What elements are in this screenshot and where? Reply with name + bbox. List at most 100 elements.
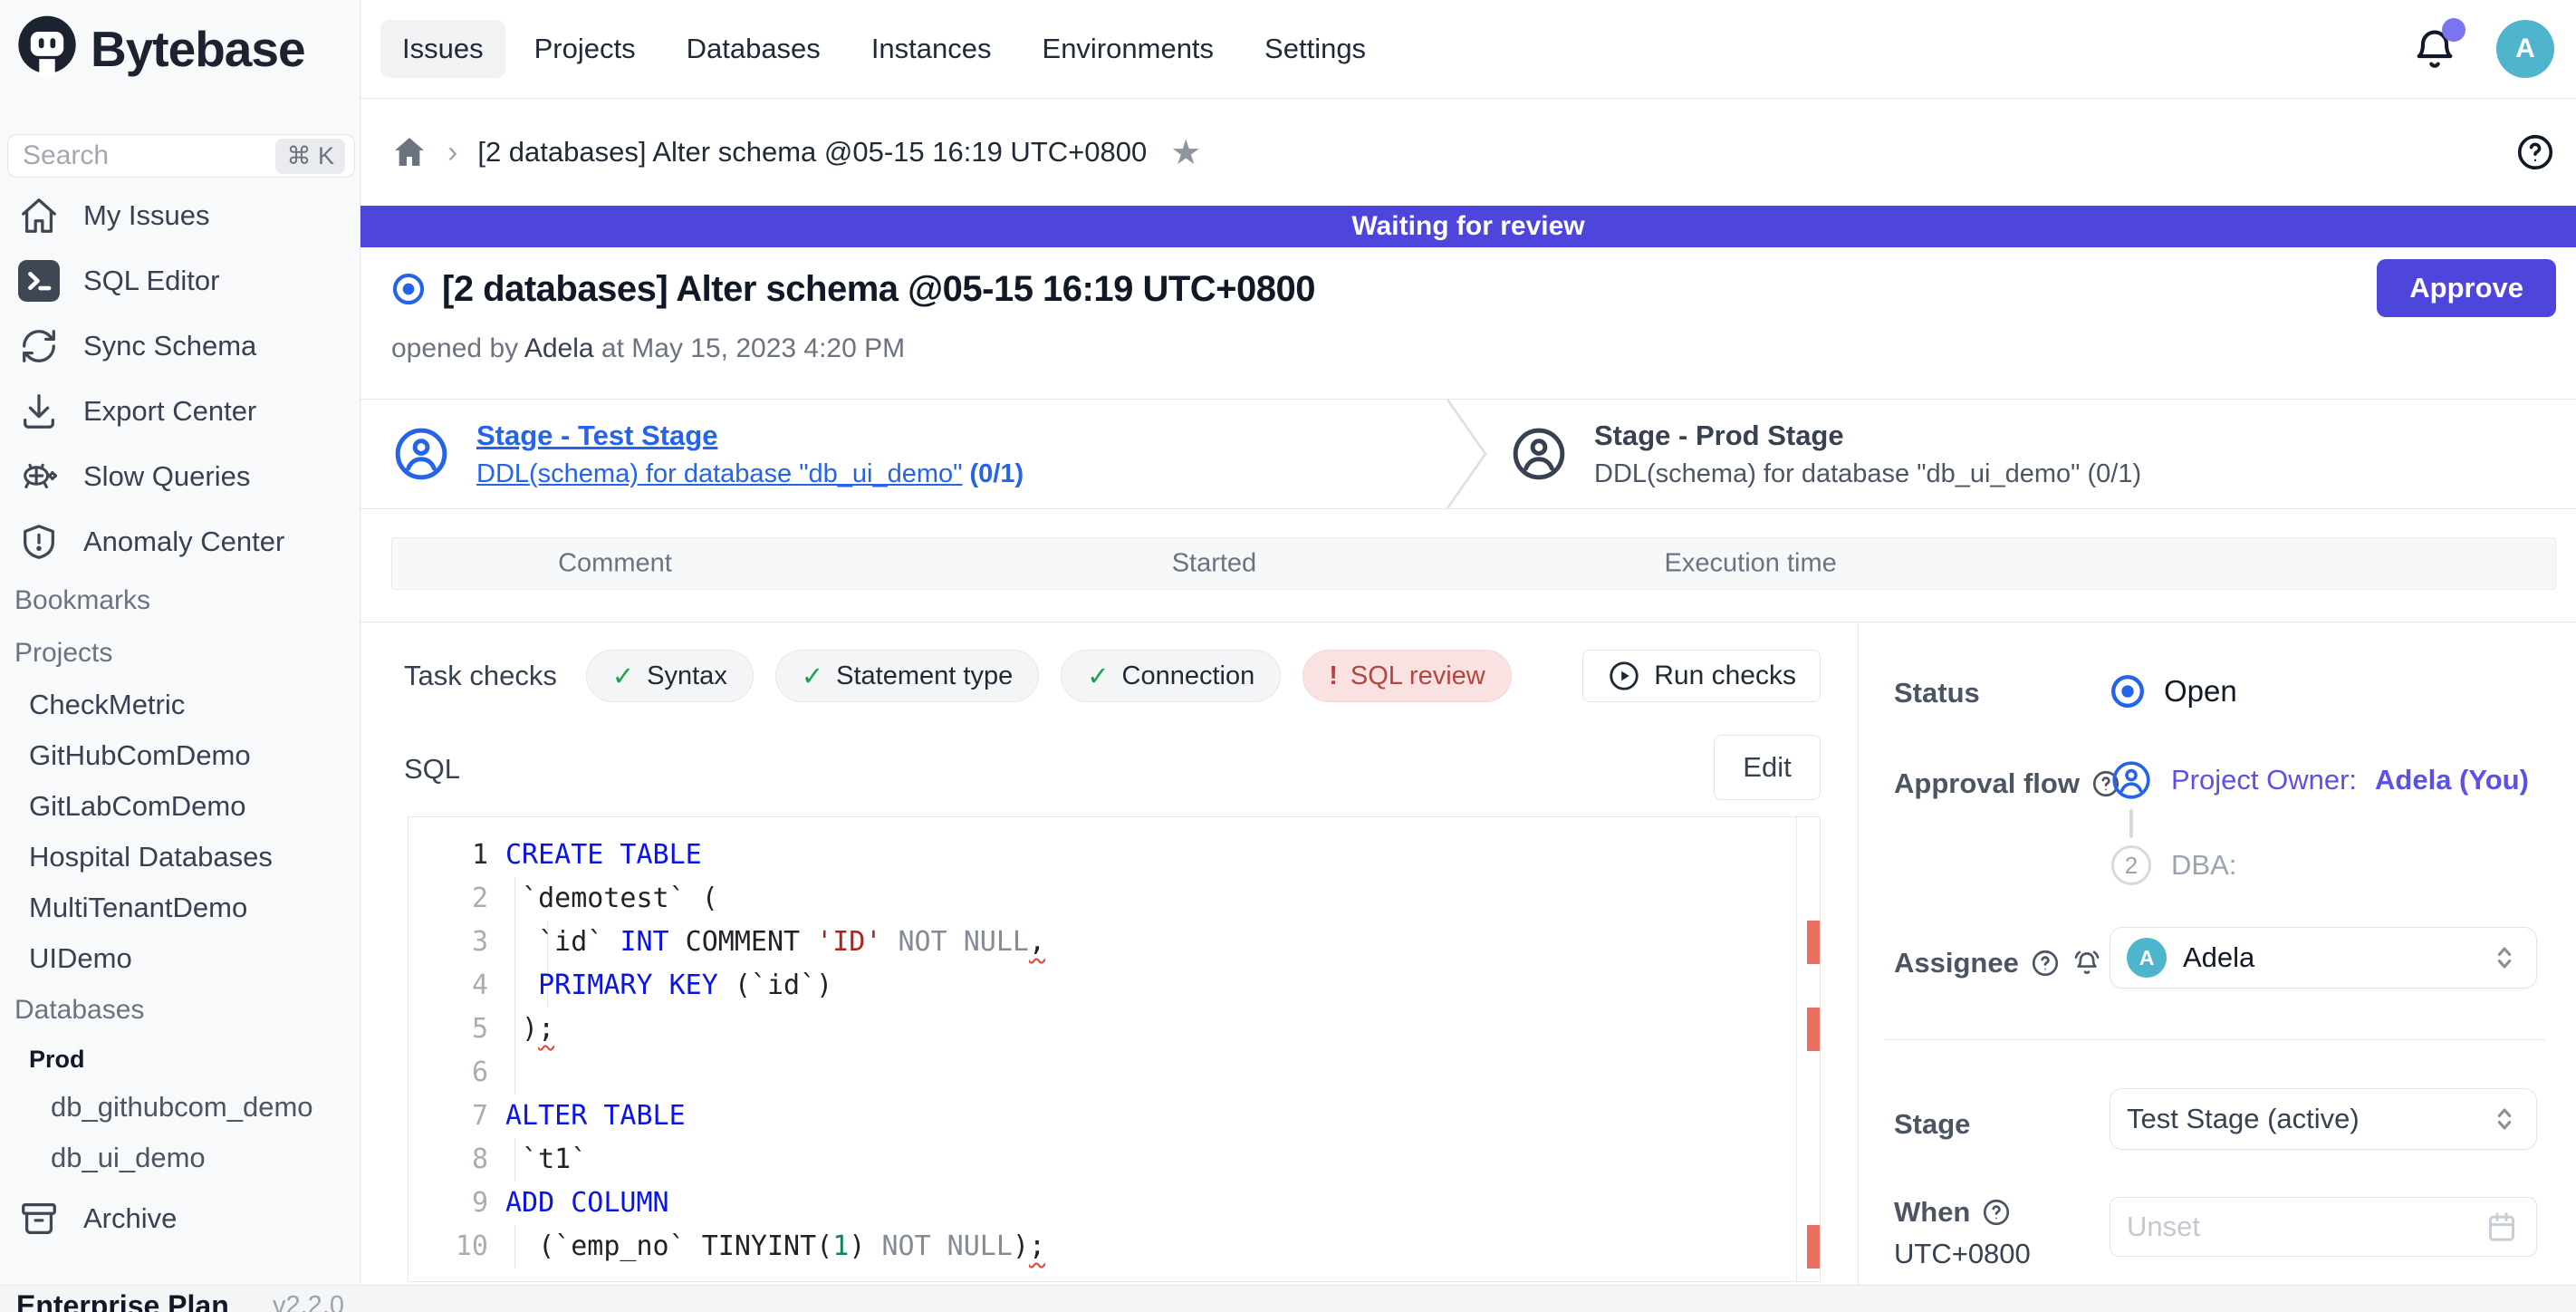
sidebar-item-database[interactable]: db_githubcom_demo [0, 1082, 360, 1133]
task-checks-row: Task checks ✓Syntax ✓Statement type ✓Con… [404, 650, 1512, 702]
sidebar-item-project[interactable]: CheckMetric [0, 680, 360, 730]
sidebar-item-archive[interactable]: Archive [0, 1183, 360, 1254]
sidebar-item-project[interactable]: GitHubComDemo [0, 730, 360, 781]
stage-task-link[interactable]: DDL(schema) for database "db_ui_demo" (0… [476, 459, 1024, 489]
code-line[interactable]: 7 ALTER TABLE [409, 1095, 1820, 1138]
check-label: Connection [1122, 661, 1255, 691]
sidebar-item-label: Sync Schema [83, 330, 256, 362]
bell-ring-icon[interactable] [2071, 948, 2102, 979]
stage-title-link[interactable]: Stage - Test Stage [476, 420, 1024, 452]
status-text: Open [2164, 674, 2237, 709]
help-icon[interactable] [1981, 1197, 2012, 1228]
code-line[interactable]: 10 (`emp_no` TINYINT(1) NOT NULL); [409, 1225, 1820, 1269]
code-text: `id` INT COMMENT 'ID' NOT NULL, [505, 921, 1783, 964]
status-banner: Waiting for review [360, 206, 2576, 247]
line-number: 10 [409, 1225, 488, 1269]
top-nav: Issues Projects Databases Instances Envi… [360, 20, 1388, 78]
sidebar-item-label: Slow Queries [83, 460, 250, 493]
sidebar-item-project[interactable]: Hospital Databases [0, 832, 360, 883]
when-date-input[interactable] [2127, 1211, 2484, 1243]
tab-databases[interactable]: Databases [665, 20, 842, 78]
sql-editor[interactable]: 1CREATE TABLE2 `demotest` (3 `id` INT CO… [408, 816, 1821, 1282]
line-number: 7 [409, 1095, 488, 1138]
status-value: Open [2110, 673, 2237, 709]
tab-projects[interactable]: Projects [513, 20, 658, 78]
sidebar: Bytebase ⌘ K My Issues SQL Editor Sync S… [0, 0, 360, 1312]
code-area[interactable]: 1CREATE TABLE2 `demotest` (3 `id` INT CO… [409, 817, 1820, 1281]
breadcrumb: › [2 databases] Alter schema @05-15 16:1… [360, 99, 2576, 206]
sidebar-section-bookmarks[interactable]: Bookmarks [0, 574, 360, 627]
sidebar-item-label: Anomaly Center [83, 526, 284, 558]
sidebar-item-label: SQL Editor [83, 265, 219, 297]
code-text: ALTER TABLE [505, 1095, 1783, 1138]
run-checks-button[interactable]: Run checks [1582, 650, 1821, 702]
task-table-header: Comment Started Execution time [391, 537, 2556, 590]
panel-divider [1885, 1039, 2545, 1040]
sidebar-item-sql-editor[interactable]: SQL Editor [0, 248, 360, 314]
approval-user[interactable]: Adela (You) [2375, 764, 2529, 796]
sidebar-item-slow-queries[interactable]: Slow Queries [0, 444, 360, 509]
stage-prod[interactable]: Stage - Prod Stage DDL(schema) for datab… [1509, 420, 2141, 489]
plan-version: v2.2.0 [273, 1291, 344, 1312]
when-date-input-wrap[interactable] [2110, 1197, 2537, 1257]
edit-sql-button[interactable]: Edit [1714, 735, 1821, 800]
tab-issues[interactable]: Issues [380, 20, 505, 78]
check-pill-sql-review[interactable]: !SQL review [1302, 650, 1511, 702]
tab-settings[interactable]: Settings [1243, 20, 1388, 78]
sidebar-section-projects[interactable]: Projects [0, 627, 360, 680]
tab-environments[interactable]: Environments [1021, 20, 1236, 78]
terminal-icon [18, 260, 60, 302]
sidebar-item-project[interactable]: GitLabComDemo [0, 781, 360, 832]
help-icon[interactable] [2030, 948, 2061, 979]
check-pill-syntax[interactable]: ✓Syntax [586, 650, 754, 702]
calendar-icon[interactable] [2484, 1209, 2520, 1245]
sidebar-item-my-issues[interactable]: My Issues [0, 183, 360, 248]
avatar[interactable]: A [2496, 20, 2554, 78]
overview-ruler [1796, 817, 1797, 1281]
code-line[interactable]: 1CREATE TABLE [409, 834, 1820, 877]
stage-task: DDL(schema) for database "db_ui_demo" (0… [1594, 459, 2141, 489]
help-icon[interactable] [2514, 131, 2556, 173]
approval-flow-label: Approval flow [1894, 767, 2121, 800]
approval-flow-label-text: Approval flow [1894, 767, 2080, 800]
brand-logo[interactable]: Bytebase [13, 14, 305, 83]
plan-name: Enterprise Plan [16, 1289, 229, 1312]
sidebar-item-project[interactable]: UIDemo [0, 933, 360, 984]
home-icon[interactable] [391, 134, 428, 170]
code-line[interactable]: 6 [409, 1051, 1820, 1095]
code-line[interactable]: 9 ADD COLUMN [409, 1182, 1820, 1225]
stage-select[interactable]: Test Stage (active) [2110, 1088, 2537, 1150]
line-number: 1 [409, 834, 488, 877]
sql-section-label: SQL [404, 753, 460, 786]
code-line[interactable]: 8 `t1` [409, 1138, 1820, 1182]
code-line[interactable]: 3 `id` INT COMMENT 'ID' NOT NULL, [409, 921, 1820, 964]
line-number: 9 [409, 1182, 488, 1225]
sidebar-item-anomaly-center[interactable]: Anomaly Center [0, 509, 360, 574]
approve-button[interactable]: Approve [2377, 259, 2556, 317]
sidebar-section-databases[interactable]: Databases [0, 984, 360, 1037]
check-pill-connection[interactable]: ✓Connection [1061, 650, 1281, 702]
stage-test[interactable]: Stage - Test Stage DDL(schema) for datab… [360, 420, 1446, 489]
code-line[interactable]: 2 `demotest` ( [409, 877, 1820, 921]
task-checks-label: Task checks [404, 660, 557, 692]
code-line[interactable]: 5 ); [409, 1008, 1820, 1051]
status-label-text: Status [1894, 677, 1980, 709]
code-text: ADD COLUMN [505, 1182, 1783, 1225]
step-number-badge: 2 [2111, 845, 2151, 885]
sidebar-item-sync-schema[interactable]: Sync Schema [0, 314, 360, 379]
tab-instances[interactable]: Instances [850, 20, 1014, 78]
assignee-select[interactable]: A Adela [2110, 927, 2537, 989]
code-line[interactable]: 4 PRIMARY KEY (`id`) [409, 964, 1820, 1008]
search-input[interactable] [23, 140, 275, 171]
sidebar-item-project[interactable]: MultiTenantDemo [0, 883, 360, 933]
stage-task-count: (0/1) [2088, 459, 2142, 488]
sidebar-item-export-center[interactable]: Export Center [0, 379, 360, 444]
search-box[interactable]: ⌘ K [7, 134, 355, 178]
when-label: When [1894, 1196, 2012, 1229]
check-pill-statement-type[interactable]: ✓Statement type [775, 650, 1039, 702]
sidebar-item-database[interactable]: db_ui_demo [0, 1133, 360, 1183]
notifications-button[interactable] [2411, 25, 2458, 72]
opened-middle: at [601, 333, 624, 363]
star-icon[interactable]: ★ [1170, 132, 1201, 173]
issue-title-row: [2 databases] Alter schema @05-15 16:19 … [360, 257, 2576, 321]
